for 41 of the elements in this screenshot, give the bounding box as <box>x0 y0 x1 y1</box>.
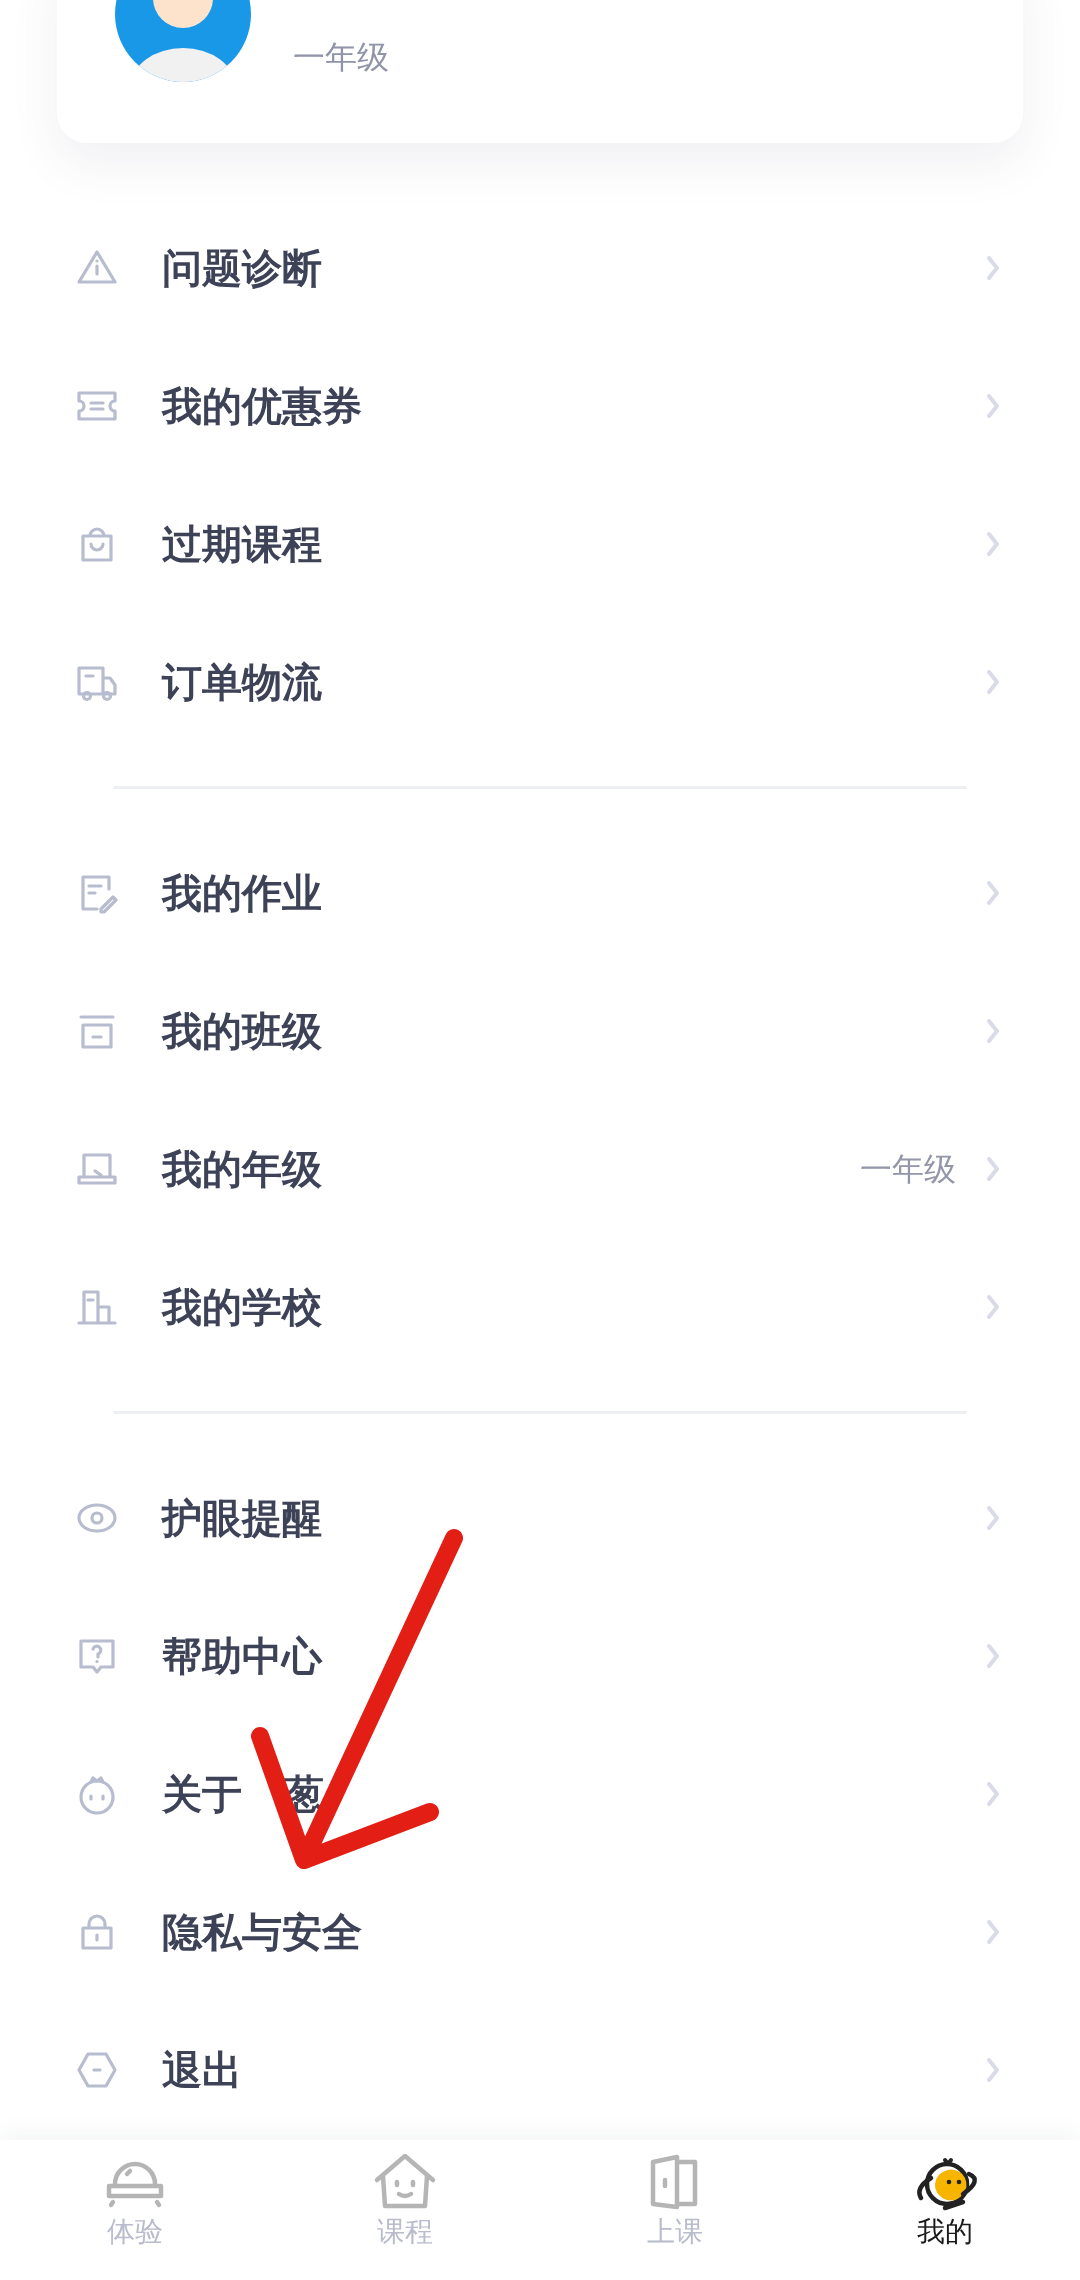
menu-item[interactable]: 我的作业 <box>0 824 1080 962</box>
menu-item[interactable]: 问题诊断 <box>0 199 1080 337</box>
chevron-right-icon <box>986 255 1000 281</box>
menu-value: 一年级 <box>860 1153 956 1185</box>
menu-label: 订单物流 <box>162 662 323 702</box>
chevron-right-icon <box>986 1643 1000 1669</box>
chevron-right-icon <box>986 1018 1000 1044</box>
chevron-right-icon <box>986 1781 1000 1807</box>
menu-item[interactable]: 我的学校 <box>0 1238 1080 1376</box>
menu-label: 我的班级 <box>162 1011 323 1051</box>
tab[interactable]: 我的 <box>810 2140 1080 2280</box>
menu-item[interactable]: 我的优惠券 <box>0 337 1080 475</box>
menu-label: 关于 <box>162 1774 242 1814</box>
menu-label: 我的作业 <box>162 873 323 913</box>
chevron-right-icon <box>986 1294 1000 1320</box>
menu-label: 退出 <box>162 2050 243 2090</box>
chevron-right-icon <box>986 2057 1000 2083</box>
chevron-right-icon <box>986 1156 1000 1182</box>
chevron-right-icon <box>986 669 1000 695</box>
chevron-right-icon <box>986 531 1000 557</box>
chevron-right-icon <box>986 1505 1000 1531</box>
menu-item[interactable]: 隐私与安全 <box>0 1863 1080 2001</box>
menu-label: 过期课程 <box>162 524 323 564</box>
menu-item[interactable]: 帮助中心 <box>0 1587 1080 1725</box>
menu-label: 问题诊断 <box>162 248 323 288</box>
menu-item[interactable]: 护眼提醒 <box>0 1449 1080 1587</box>
menu-label: 帮助中心 <box>162 1636 324 1676</box>
menu-item[interactable]: 我的班级 <box>0 962 1080 1100</box>
chevron-right-icon <box>986 393 1000 419</box>
menu-label: 隐私与安全 <box>162 1912 363 1952</box>
menu-item[interactable]: 我的年级 一年级 <box>0 1100 1080 1238</box>
menu-label: 我的学校 <box>162 1287 323 1327</box>
chevron-right-icon <box>986 880 1000 906</box>
menu-label: 护眼提醒 <box>162 1498 323 1538</box>
menu-item[interactable]: 过期课程 <box>0 475 1080 613</box>
menu-label: 我的年级 <box>162 1149 323 1189</box>
grade-label: 一年级 <box>293 41 389 73</box>
menu-item[interactable]: 订单物流 <box>0 613 1080 751</box>
menu-item[interactable]: 退出 <box>0 2001 1080 2139</box>
chevron-right-icon <box>986 1919 1000 1945</box>
menu-label: 我的优惠券 <box>162 386 363 426</box>
